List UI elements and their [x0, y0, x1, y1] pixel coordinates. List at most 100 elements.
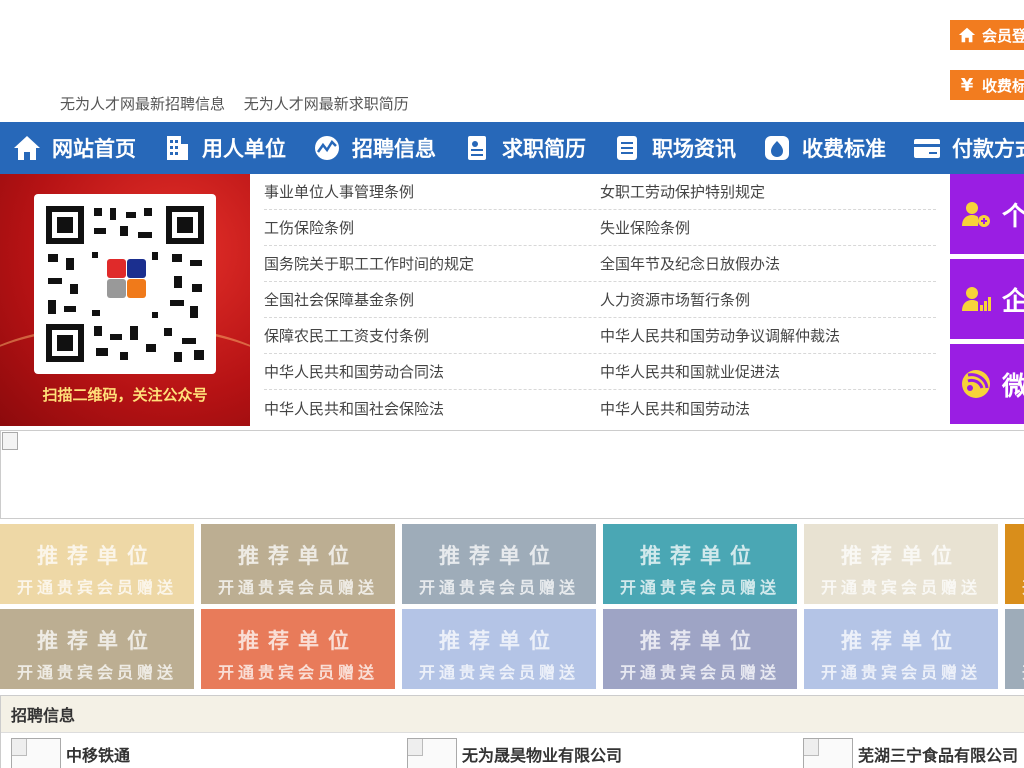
law-link[interactable]: 中华人民共和国社会保险法 — [264, 398, 600, 419]
side-button-wechat[interactable]: 微 — [950, 344, 1024, 424]
law-links-list: 事业单位人事管理条例 女职工劳动保护特别规定 工伤保险条例 失业保险条例 国务院关于职工… — [264, 174, 936, 426]
tile-subtitle: 开通贵宾会员赠送 — [418, 663, 579, 682]
tile-subtitle: 开通贵宾会员赠送 — [217, 663, 378, 682]
nav-item-home[interactable]: 网站首页 — [0, 122, 150, 174]
recommended-employer-tile[interactable]: 推荐单位开通贵宾会员赠送 — [804, 524, 998, 604]
company-item[interactable]: 无为晟昊物业有限公司 — [407, 738, 622, 768]
person-chart-icon — [962, 287, 991, 311]
person-add-icon — [962, 202, 990, 227]
news-icon — [617, 136, 637, 160]
tile-title: 推荐单位 — [640, 544, 760, 568]
main-nav: 网站首页 用人单位 招聘信息 求职简历 职场资讯 收费标准 付款方式 — [0, 122, 1024, 174]
law-link[interactable]: 中华人民共和国劳动争议调解仲裁法 — [600, 325, 936, 346]
tile-subtitle: 开通贵宾会员赠送 — [820, 663, 981, 682]
building-icon — [167, 136, 188, 160]
tile-title: 推荐单位 — [1005, 540, 1024, 570]
recommended-employer-tile[interactable]: 推荐单位开通贵宾会员赠送 — [804, 609, 998, 689]
law-link-row: 国务院关于职工工作时间的规定 全国年节及纪念日放假办法 — [264, 246, 936, 282]
company-item[interactable]: 芜湖三宁食品有限公司 — [803, 738, 1018, 768]
recommended-employer-tile[interactable]: 推荐单位开通贵宾会员赠送 — [201, 524, 395, 604]
recommended-employer-tile[interactable]: 推荐单位开通贵宾会员赠送 — [0, 524, 194, 604]
nav-label: 付款方式 — [952, 137, 1024, 161]
nav-label: 招聘信息 — [352, 137, 436, 161]
resume-icon — [468, 136, 486, 160]
tile-title: 推荐单位 — [37, 544, 157, 568]
tile-title: 推荐单位 — [841, 629, 961, 653]
recommended-employer-tile[interactable]: 推荐单位开通贵宾会员赠送 — [1005, 609, 1024, 689]
nav-item-resumes[interactable]: 求职简历 — [450, 122, 600, 174]
tile-title: 推荐单位 — [238, 629, 358, 653]
tile-subtitle: 开通贵宾会员赠送 — [619, 578, 780, 597]
wechat-icon — [962, 370, 990, 398]
nav-label: 求职简历 — [502, 137, 586, 161]
law-link[interactable]: 中华人民共和国劳动法 — [600, 398, 936, 419]
law-link[interactable]: 女职工劳动保护特别规定 — [600, 181, 936, 202]
nav-item-payment[interactable]: 付款方式 — [900, 122, 1024, 174]
section-title: 招聘信息 — [1, 696, 1024, 733]
fees-button[interactable]: ¥ 收费标 — [950, 70, 1024, 100]
law-link[interactable]: 中华人民共和国劳动合同法 — [264, 361, 600, 382]
tile-subtitle: 开通贵宾会员赠送 — [16, 663, 177, 682]
law-link[interactable]: 保障农民工工资支付条例 — [264, 325, 600, 346]
chart-icon — [315, 136, 339, 160]
company-name[interactable]: 中移铁通 — [66, 742, 130, 766]
tile-title: 推荐单位 — [1005, 625, 1024, 655]
law-link[interactable]: 国务院关于职工工作时间的规定 — [264, 253, 600, 274]
qr-panel: 扫描二维码，关注公众号 — [0, 174, 250, 426]
recommended-employers: 推荐单位 开通贵宾会员赠送 推荐单位 开通贵宾会员赠送 推荐单位 开通贵宾会员赠送 推荐单位… — [0, 524, 1024, 690]
company-item[interactable]: 中移铁通 — [11, 738, 130, 768]
recommended-employer-tile[interactable]: 推荐单位开通贵宾会员赠送 — [1005, 524, 1024, 604]
tile-subtitle: 开通贵宾会员赠送 — [1005, 659, 1024, 683]
recommended-employer-tile[interactable]: 推荐单位开通贵宾会员赠送 — [402, 609, 596, 689]
moneybag-icon — [765, 136, 789, 160]
law-link[interactable]: 工伤保险条例 — [264, 217, 600, 238]
law-link[interactable]: 失业保险条例 — [600, 217, 936, 238]
yen-icon: ¥ — [960, 74, 974, 96]
header: 无为人才网最新招聘信息 无为人才网最新求职简历 会员登 ¥ 收费标 — [0, 0, 1024, 122]
tile-subtitle: 开通贵宾会员赠送 — [217, 578, 378, 597]
latest-resumes-link[interactable]: 无为人才网最新求职简历 — [244, 95, 409, 113]
nav-item-employers[interactable]: 用人单位 — [150, 122, 300, 174]
nav-item-fees[interactable]: 收费标准 — [750, 122, 900, 174]
company-logo — [407, 738, 457, 768]
side-button-label: 个 — [1002, 201, 1024, 232]
law-link[interactable]: 全国社会保障基金条例 — [264, 289, 600, 310]
law-link-row: 工伤保险条例 失业保险条例 — [264, 210, 936, 246]
qr-code — [34, 194, 216, 374]
page: 无为人才网最新招聘信息 无为人才网最新求职简历 会员登 ¥ 收费标 网站首页 用… — [0, 0, 1024, 768]
side-button-enterprise[interactable]: 企 — [950, 259, 1024, 339]
card-icon — [914, 139, 940, 158]
tile-title: 推荐单位 — [238, 544, 358, 568]
law-link[interactable]: 人力资源市场暂行条例 — [600, 289, 936, 310]
recommended-employer-tile[interactable]: 推荐单位开通贵宾会员赠送 — [603, 609, 797, 689]
recommended-employer-tile[interactable]: 推荐单位开通贵宾会员赠送 — [603, 524, 797, 604]
home-icon — [958, 26, 976, 44]
tile-subtitle: 开通贵宾会员赠送 — [1005, 574, 1024, 598]
law-link-row: 中华人民共和国社会保险法 中华人民共和国劳动法 — [264, 390, 936, 426]
company-name[interactable]: 芜湖三宁食品有限公司 — [858, 742, 1018, 766]
recommended-employer-tile[interactable]: 推荐单位开通贵宾会员赠送 — [201, 609, 395, 689]
tile-subtitle: 开通贵宾会员赠送 — [16, 578, 177, 597]
tile-subtitle: 开通贵宾会员赠送 — [619, 663, 780, 682]
law-link[interactable]: 事业单位人事管理条例 — [264, 181, 600, 202]
banner-image[interactable] — [0, 430, 1024, 519]
law-link[interactable]: 全国年节及纪念日放假办法 — [600, 253, 936, 274]
member-login-button[interactable]: 会员登 — [950, 20, 1024, 50]
company-name[interactable]: 无为晟昊物业有限公司 — [462, 742, 622, 766]
law-link-row: 保障农民工工资支付条例 中华人民共和国劳动争议调解仲裁法 — [264, 318, 936, 354]
top-links: 无为人才网最新招聘信息 无为人才网最新求职简历 — [60, 93, 423, 114]
nav-item-jobs[interactable]: 招聘信息 — [300, 122, 450, 174]
tile-title: 推荐单位 — [439, 544, 559, 568]
law-link[interactable]: 中华人民共和国就业促进法 — [600, 361, 936, 382]
side-button-personal[interactable]: 个 — [950, 174, 1024, 254]
tile-title: 推荐单位 — [439, 629, 559, 653]
nav-item-news[interactable]: 职场资讯 — [600, 122, 750, 174]
latest-jobs-link[interactable]: 无为人才网最新招聘信息 — [60, 95, 225, 113]
company-logo — [803, 738, 853, 768]
recommended-employer-tile[interactable]: 推荐单位开通贵宾会员赠送 — [402, 524, 596, 604]
promo-section: 扫描二维码，关注公众号 事业单位人事管理条例 女职工劳动保护特别规定 工伤保险条例失… — [0, 174, 1024, 426]
tile-title: 推荐单位 — [640, 629, 760, 653]
side-button-label: 企 — [1002, 286, 1024, 317]
fees-label: 收费标 — [982, 76, 1024, 95]
recommended-employer-tile[interactable]: 推荐单位开通贵宾会员赠送 — [0, 609, 194, 689]
